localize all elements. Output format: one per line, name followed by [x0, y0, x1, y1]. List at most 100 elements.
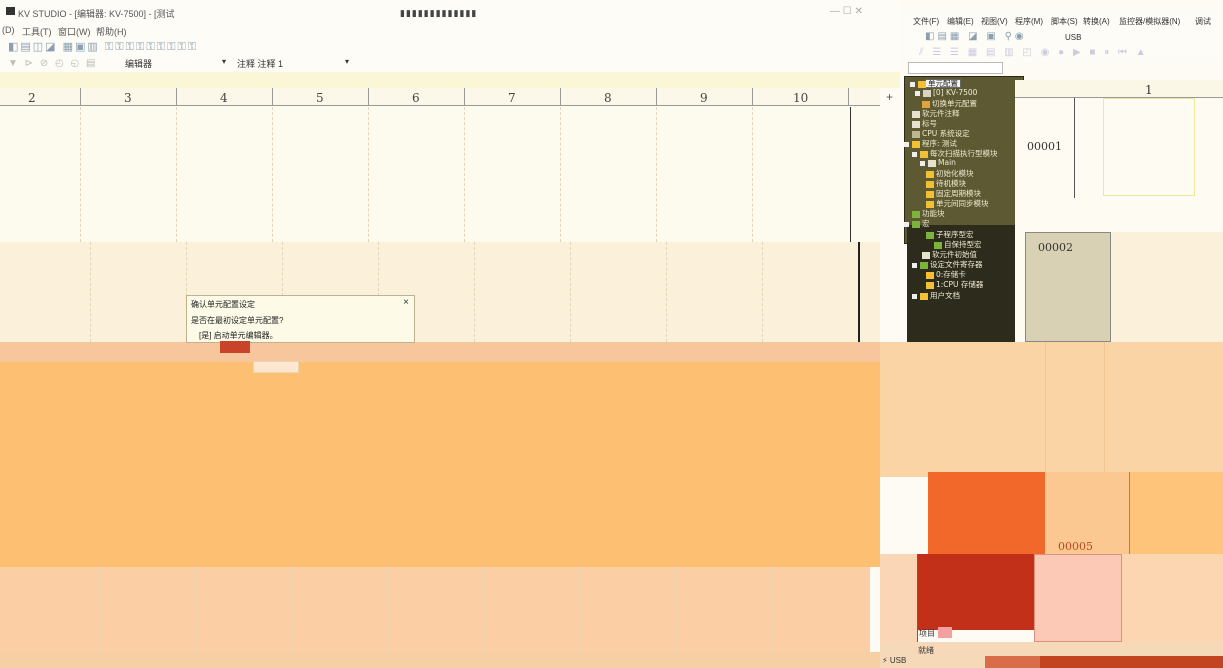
row-number: 00002: [1038, 241, 1073, 254]
ruler-tick: [656, 88, 657, 106]
row-number-cell: 00001: [1015, 98, 1075, 198]
tree-item[interactable]: 1:CPU 存储器: [926, 279, 983, 290]
menu-item[interactable]: 编辑(E): [947, 16, 974, 27]
register-icon: [920, 261, 928, 269]
tree-item[interactable]: Main: [920, 158, 956, 167]
program-icon: [912, 140, 920, 148]
menu-item[interactable]: 视图(V): [981, 16, 1008, 27]
expander-icon[interactable]: [912, 293, 917, 299]
search-input[interactable]: [908, 62, 1003, 74]
toolbar-icons[interactable]: ⫽ ☰ ☰ ▦ ▤ ▥ ◰ ◉ ● ▶ ■ ⏸ ⏮ ▲: [919, 47, 1149, 58]
label-icon: [912, 120, 920, 128]
menu-item[interactable]: 脚本(S): [1051, 16, 1078, 27]
menu-item[interactable]: 工具(T): [22, 25, 52, 38]
ladder-rail: [850, 107, 851, 242]
menu-item[interactable]: 转换(A): [1083, 16, 1110, 27]
tree-item[interactable]: 宏: [904, 218, 930, 229]
menu-item[interactable]: 窗口(W): [58, 25, 91, 38]
menu-item[interactable]: 程序(M): [1015, 16, 1043, 27]
ruler-column-number: 6: [412, 91, 420, 105]
expander-icon[interactable]: [910, 81, 915, 87]
ladder-cell-cursor[interactable]: [1103, 98, 1195, 196]
dialog-option-yes[interactable]: [是] 启动单元编辑器。: [199, 330, 278, 341]
document-icon: [920, 292, 928, 300]
tree-item[interactable]: [0] KV-7500: [915, 88, 977, 97]
module-icon: [928, 159, 936, 167]
editor-header-strip: [0, 72, 900, 88]
highlight-block-right: [1130, 472, 1223, 554]
cpu-icon: [912, 130, 920, 138]
ladder-row[interactable]: [1111, 232, 1223, 342]
menu-item[interactable]: 调试: [1195, 16, 1211, 27]
folder-icon: [926, 180, 934, 188]
status-progress-bar: [1040, 656, 1223, 668]
folder-icon: [926, 281, 934, 289]
toolbar-icons[interactable]: ◧▤◫◪ ▦▣▥ ⚿⚿⚿⚿⚿⚿⚿⚿⚿: [8, 40, 198, 54]
switch-icon: [922, 100, 930, 108]
ruler-column-number: 7: [508, 91, 516, 105]
highlight-block-pink: [1034, 554, 1122, 642]
menu-bar: (D) 工具(T) 窗口(W) 帮助(H): [0, 22, 900, 38]
expander-icon[interactable]: [920, 160, 925, 166]
window-title: KV STUDIO - [编辑器: KV-7500] - [测试: [18, 9, 175, 19]
row-number: 00001: [1027, 140, 1062, 153]
expander-icon[interactable]: [912, 262, 917, 268]
bottom-strip: [0, 652, 880, 668]
ruler-column-number: 9: [700, 91, 708, 105]
highlight-block-red: [918, 554, 1034, 630]
window-controls[interactable]: — ☐ ✕: [830, 6, 863, 17]
ruler-column-number: 8: [604, 91, 612, 105]
function-block-icon: [912, 210, 920, 218]
ruler-column-number: 2: [28, 91, 36, 105]
dialog-question: 是否在最初设定单元配置?: [191, 316, 284, 325]
highlight-block: [928, 472, 1045, 554]
menu-item[interactable]: 监控器/模拟器(N): [1119, 16, 1180, 27]
tree-item[interactable]: 用户文档: [912, 290, 960, 301]
chevron-down-icon[interactable]: ▾: [345, 57, 349, 66]
macro-icon: [912, 220, 920, 228]
close-icon[interactable]: ×: [403, 297, 409, 308]
menu-item[interactable]: 文件(F): [913, 16, 939, 27]
menu-item[interactable]: 帮助(H): [96, 25, 127, 38]
usb-status: ⚡ USB: [882, 656, 907, 665]
unit-icon: [923, 89, 931, 97]
ladder-editor-area[interactable]: [0, 107, 880, 242]
ladder-editor-row[interactable]: [0, 242, 880, 342]
table-icon: [912, 110, 920, 118]
toolbar-icons[interactable]: ◧▤▦ ◪ ▣ ⚲◉: [925, 31, 1027, 42]
comment-combo[interactable]: 注释 注释 1: [237, 57, 283, 70]
right-overlay-column: [1045, 342, 1105, 477]
highlight-block-bottom: [1122, 554, 1223, 642]
ruler-column-number: 1: [1145, 83, 1153, 97]
expander-icon[interactable]: [912, 151, 917, 157]
ruler-tick: [464, 88, 465, 106]
macro-icon: [934, 241, 942, 249]
folder-icon: [918, 80, 926, 88]
app-icon: [6, 7, 15, 15]
zoom-plus-icon[interactable]: +: [886, 90, 893, 104]
right-toolbar-2: ⫽ ☰ ☰ ▦ ▤ ▥ ◰ ◉ ● ▶ ■ ⏸ ⏮ ▲: [905, 46, 1223, 62]
title-bar: KV STUDIO - [编辑器: KV-7500] - [测试 ▮▮▮▮▮▮▮…: [0, 0, 900, 22]
tab-project[interactable]: 项目: [919, 628, 935, 639]
column-ruler: 2 3 4 5 6 7 8 9 10: [0, 88, 880, 106]
editor-overlay: [0, 362, 880, 567]
status-text: 就绪: [918, 646, 934, 655]
tab-other[interactable]: [938, 627, 952, 638]
toolbar-icons-2[interactable]: ▼ ⊳ ⊘ ◴ ◵ ▤: [8, 58, 97, 69]
dialog-ok-button[interactable]: [253, 361, 299, 373]
usb-label[interactable]: USB: [1065, 33, 1081, 42]
expander-icon[interactable]: [904, 141, 909, 147]
ladder-rail: [858, 242, 860, 342]
ruler-tick: [752, 88, 753, 106]
folder-icon: [926, 170, 934, 178]
chevron-down-icon[interactable]: ▾: [222, 57, 226, 66]
folder-icon: [926, 200, 934, 208]
macro-icon: [926, 231, 934, 239]
ruler-column-number: 3: [124, 91, 132, 105]
ruler-column-number: 4: [220, 91, 228, 105]
ruler-column-number: 5: [316, 91, 324, 105]
menu-item[interactable]: (D): [2, 25, 15, 35]
expander-icon[interactable]: [904, 221, 909, 227]
expander-icon[interactable]: [915, 90, 920, 96]
editor-combo[interactable]: 编辑器: [125, 57, 152, 70]
